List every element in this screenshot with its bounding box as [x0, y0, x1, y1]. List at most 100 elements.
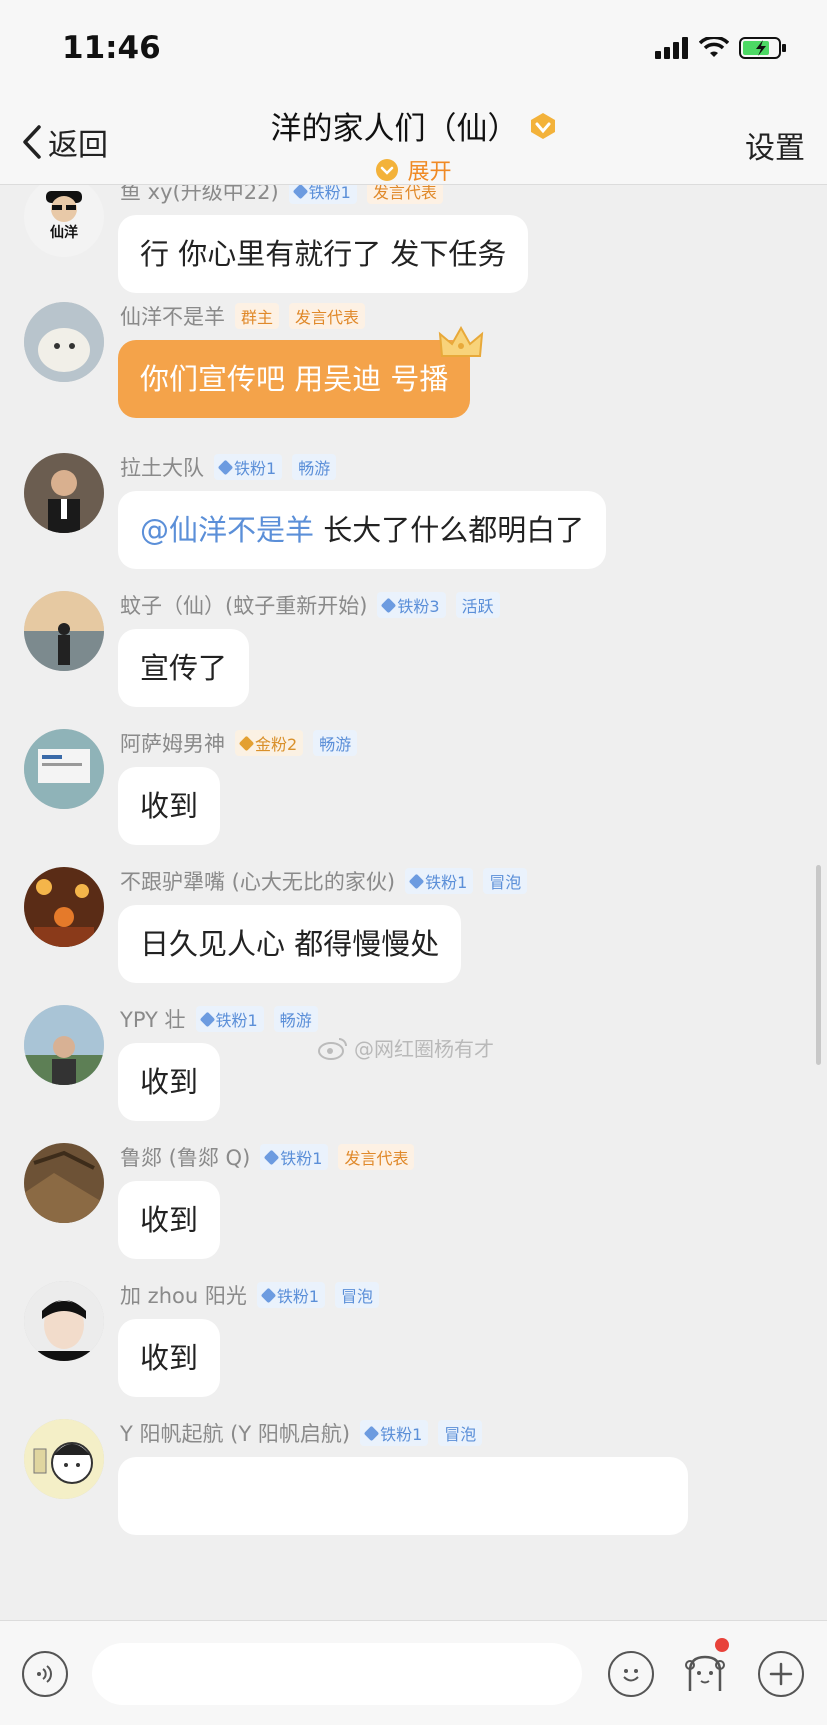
fan-badge: 铁粉1	[195, 1006, 264, 1032]
sticker-button[interactable]	[682, 1651, 728, 1697]
message-meta: 阿萨姆男神 金粉2 畅游	[120, 729, 358, 757]
chevron-down-circle-icon	[376, 159, 399, 181]
scrollbar[interactable]	[816, 865, 821, 1065]
avatar-image	[24, 453, 104, 533]
message-meta: 仙洋不是羊 群主 发言代表	[120, 302, 366, 330]
fan-badge: 铁粉1	[214, 454, 283, 480]
emoji-button[interactable]	[608, 1651, 654, 1697]
message-meta: 拉土大队 铁粉1 畅游	[120, 453, 337, 481]
avatar[interactable]	[24, 867, 104, 947]
level-badge: 冒泡	[335, 1282, 380, 1308]
gold-fan-badge: 金粉2	[235, 730, 304, 756]
nav-bar: 返回 洋的家人们（仙） 展开 设置	[0, 95, 827, 185]
fan-badge: 铁粉1	[360, 1420, 429, 1446]
watermark: @网红圈杨有才	[318, 1033, 494, 1062]
message-bubble[interactable]: 收到	[118, 1043, 221, 1121]
sender-name: 蚊子（仙）(蚊子重新开始)	[120, 594, 368, 618]
svg-text:仙洋: 仙洋	[50, 224, 78, 241]
message-bubble[interactable]: 宣传了	[118, 629, 250, 707]
avatar-image	[24, 1143, 104, 1223]
avatar-image: 仙洋	[24, 185, 104, 257]
diamond-icon	[363, 1425, 380, 1441]
message-input[interactable]	[92, 1643, 582, 1705]
diamond-icon	[217, 459, 234, 475]
diamond-icon	[292, 185, 308, 199]
avatar[interactable]	[24, 1419, 104, 1499]
group-title-row: 洋的家人们（仙）	[271, 103, 557, 148]
avatar-image	[24, 591, 104, 671]
fan-badge: 铁粉1	[405, 868, 474, 894]
message-meta: 鱼 xy(升级中22) 铁粉1 发言代表	[120, 185, 443, 205]
level-badge: 畅游	[292, 454, 337, 480]
message-bubble[interactable]	[118, 1457, 688, 1535]
message-bubble[interactable]: 收到	[118, 1181, 221, 1259]
message-meta: 鲁郯 (鲁郯 Q) 铁粉1 发言代表	[120, 1143, 415, 1171]
avatar-image	[24, 867, 104, 947]
level-badge: 畅游	[313, 730, 358, 756]
sender-name: YPY 壮	[120, 1008, 186, 1032]
diamond-icon	[199, 1011, 215, 1027]
battery-icon	[739, 37, 786, 59]
input-bar	[0, 1620, 827, 1725]
sender-name: 不跟驴犟嘴 (心大无比的家伙)	[120, 870, 396, 894]
diamond-icon	[263, 1149, 280, 1165]
sender-name: 仙洋不是羊	[120, 305, 225, 329]
message-bubble[interactable]: 日久见人心 都得慢慢处	[118, 905, 462, 983]
role-badge: 发言代表	[289, 303, 366, 329]
avatar[interactable]	[24, 729, 104, 809]
avatar[interactable]	[24, 453, 104, 533]
avatar[interactable]	[24, 1005, 104, 1085]
fan-badge: 铁粉3	[377, 592, 446, 618]
expand-button[interactable]: 展开	[375, 154, 452, 186]
avatar[interactable]	[24, 591, 104, 671]
avatar[interactable]: 仙洋	[24, 185, 104, 257]
level-badge: 冒泡	[483, 868, 528, 894]
chat-list[interactable]: 仙洋 鱼 xy(升级中22) 铁粉1 发言代表 行 你心里有就行了 发下任务 仙…	[0, 185, 827, 1620]
fan-badge: 铁粉1	[260, 1144, 329, 1170]
message-bubble[interactable]: 收到	[118, 1319, 221, 1397]
diamond-icon	[260, 1287, 277, 1303]
settings-button[interactable]: 设置	[745, 123, 805, 167]
avatar-image	[24, 729, 104, 809]
signal-icon	[655, 37, 688, 59]
status-bar: 11:46	[0, 0, 827, 95]
crown-icon	[439, 326, 484, 357]
sender-name: 鲁郯 (鲁郯 Q)	[120, 1146, 251, 1170]
status-time: 11:46	[62, 30, 161, 66]
avatar[interactable]	[24, 1281, 104, 1361]
message-meta: 不跟驴犟嘴 (心大无比的家伙) 铁粉1 冒泡	[120, 867, 528, 895]
avatar[interactable]	[24, 1143, 104, 1223]
message-bubble[interactable]: 收到	[118, 767, 221, 845]
avatar[interactable]	[24, 302, 104, 382]
message-bubble[interactable]: @仙洋不是羊 长大了什么都明白了	[118, 491, 607, 569]
fan-badge: 铁粉1	[288, 185, 357, 204]
role-badge: 发言代表	[338, 1144, 415, 1170]
message-meta: 加 zhou 阳光 铁粉1 冒泡	[120, 1281, 380, 1309]
diamond-icon	[238, 735, 255, 751]
group-title: 洋的家人们（仙）	[270, 111, 519, 147]
sender-name: Y 阳帆起航 (Y 阳帆启航)	[120, 1422, 351, 1446]
avatar-image	[24, 1005, 104, 1085]
mention-link[interactable]: @仙洋不是羊	[140, 513, 314, 547]
owner-badge: 群主	[235, 303, 280, 329]
voice-button[interactable]	[22, 1651, 68, 1697]
weibo-logo-icon	[318, 1037, 347, 1060]
message-bubble[interactable]: 你们宣传吧 用吴迪 号播	[118, 326, 484, 418]
diamond-icon	[381, 597, 397, 613]
message-bubble[interactable]: 行 你心里有就行了 发下任务	[118, 215, 529, 293]
status-icons	[655, 36, 787, 60]
wifi-icon	[699, 37, 729, 57]
add-button[interactable]	[758, 1651, 804, 1697]
bear-icon	[685, 1655, 725, 1691]
voice-icon	[37, 1665, 52, 1683]
plus-icon	[769, 1662, 793, 1686]
avatar-image	[24, 1281, 104, 1361]
sender-name: 阿萨姆男神	[120, 732, 225, 756]
verified-badge-icon	[530, 112, 555, 139]
avatar-image	[24, 1419, 104, 1499]
watermark-text: @网红圈杨有才	[354, 1037, 494, 1061]
notification-dot	[715, 1638, 729, 1652]
fan-badge: 铁粉1	[256, 1282, 326, 1308]
role-badge: 发言代表	[366, 185, 443, 204]
expand-label: 展开	[407, 160, 452, 185]
